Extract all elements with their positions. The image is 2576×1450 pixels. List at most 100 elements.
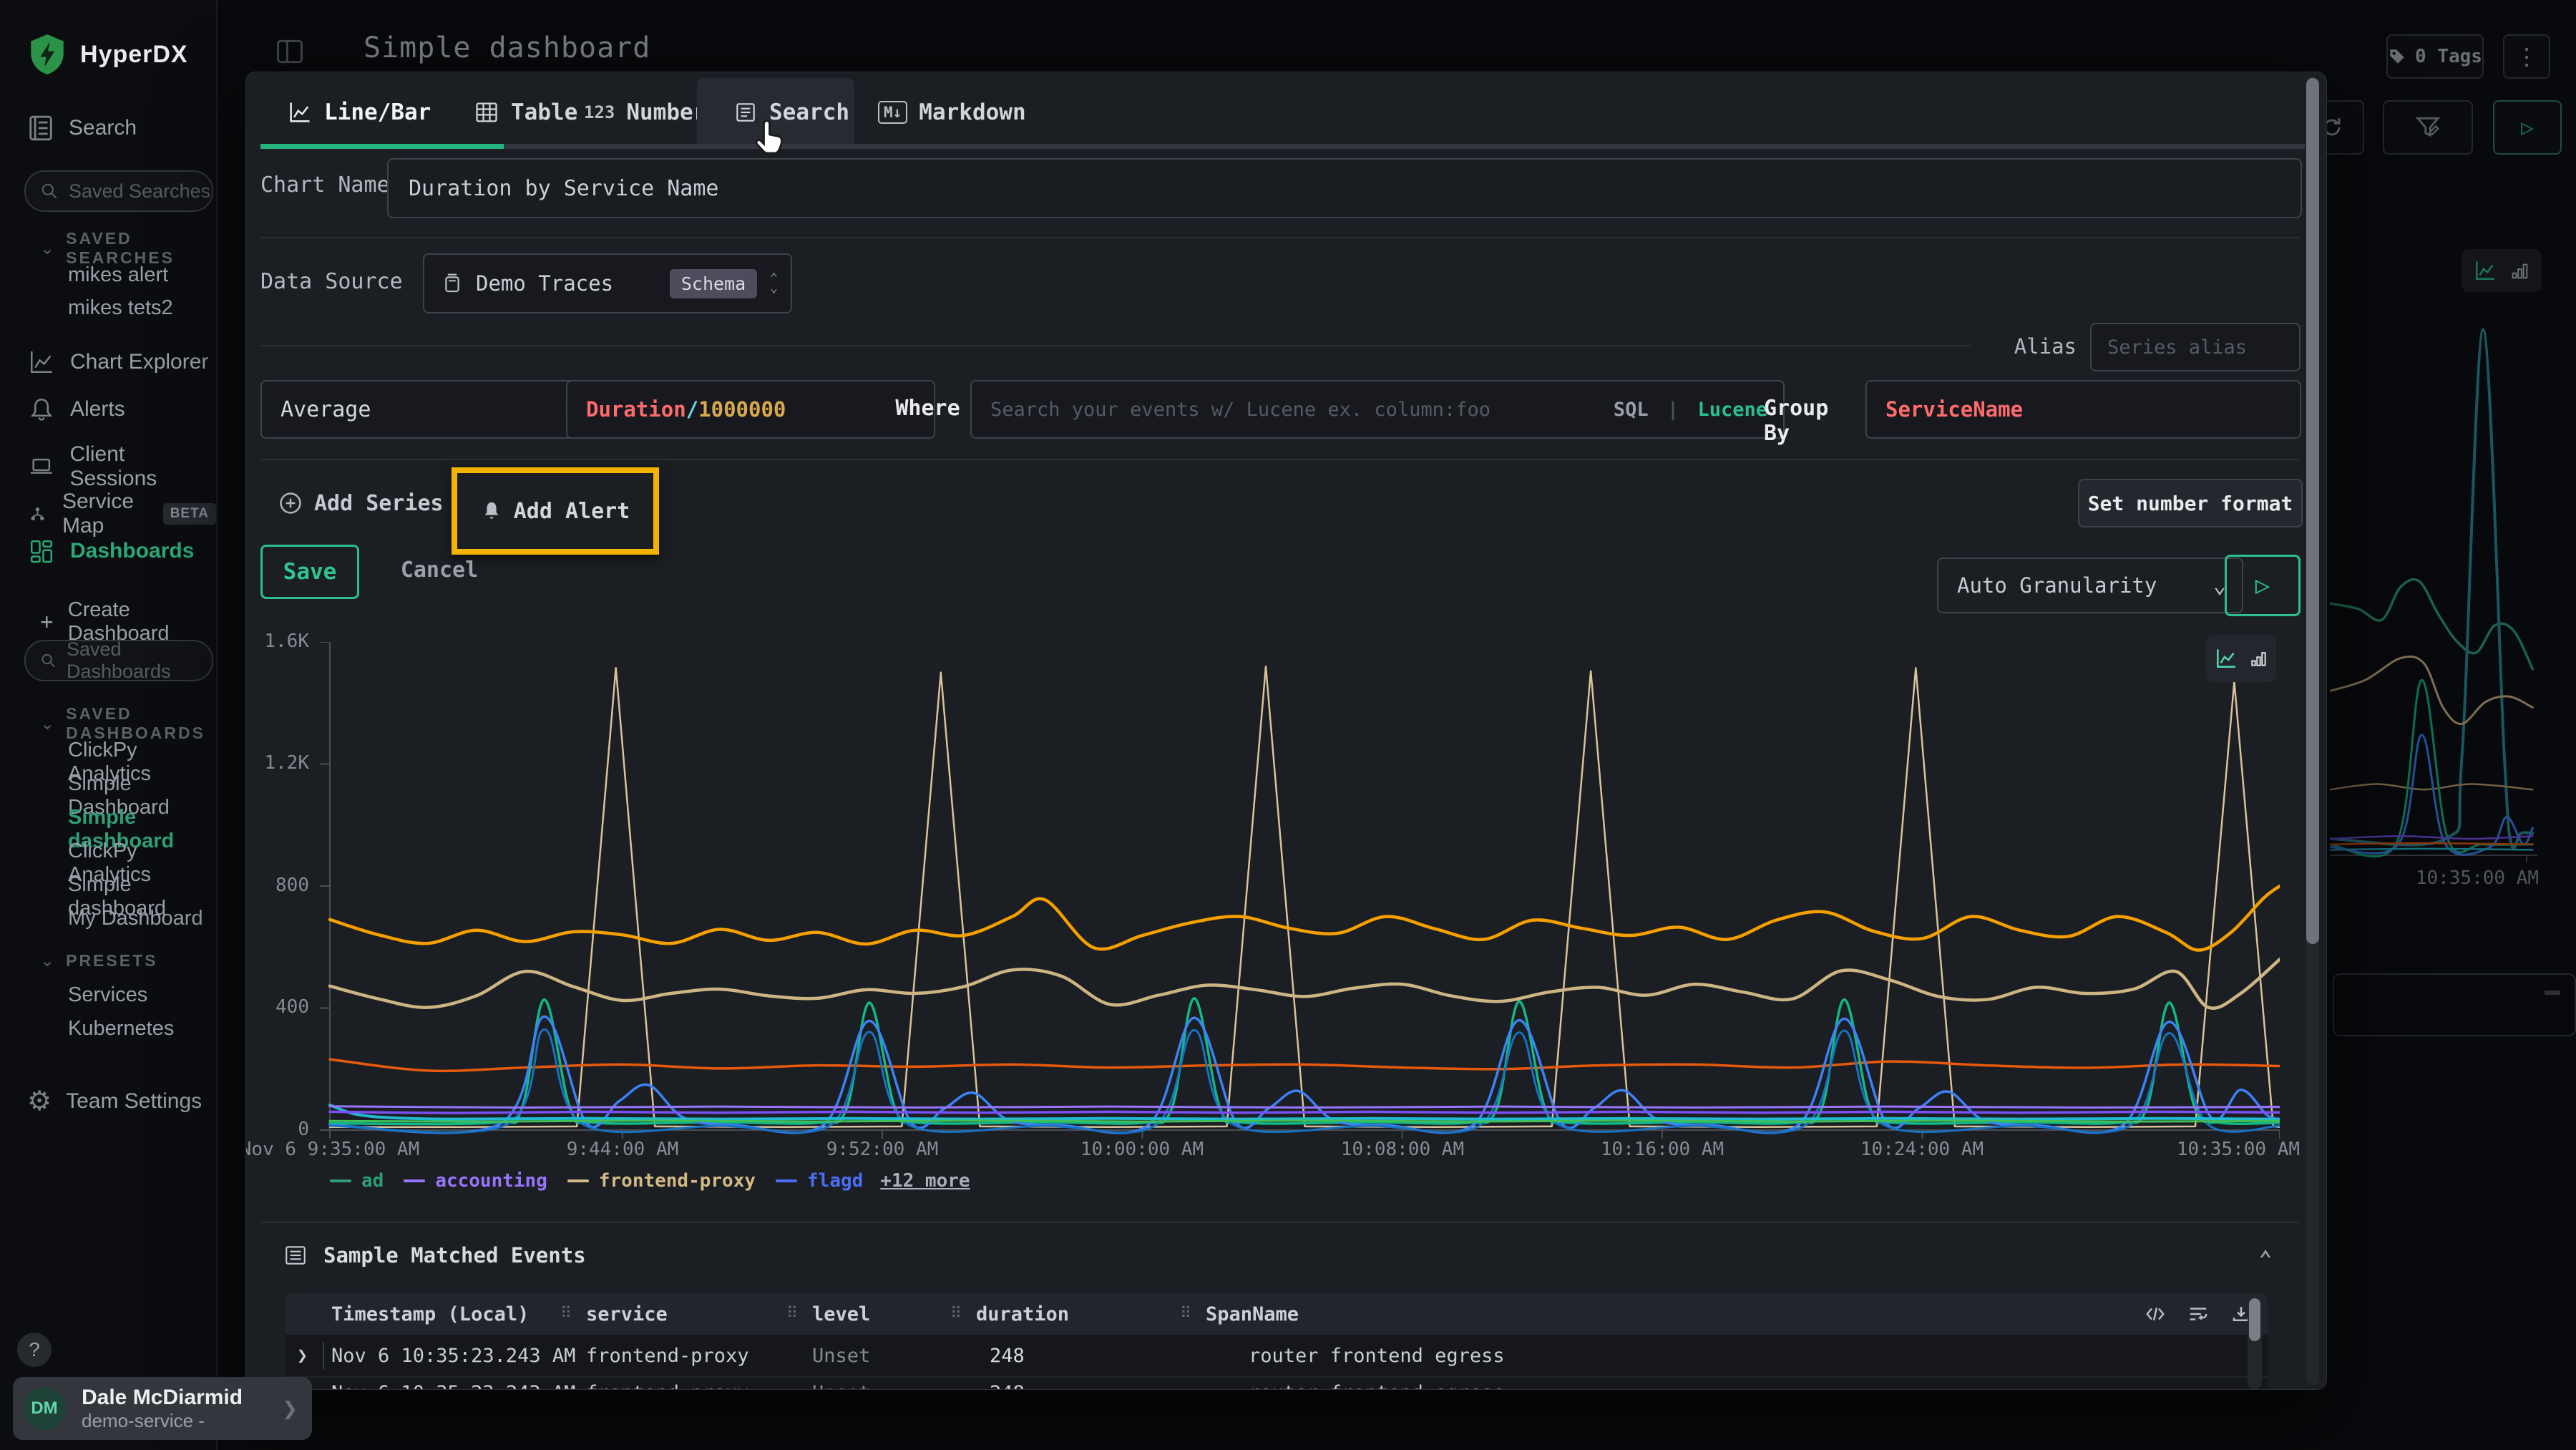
x-tick: 10:16:00 AM: [1533, 1139, 1791, 1160]
chevron-down-icon: ⌄: [40, 714, 54, 734]
group-by-input[interactable]: ServiceName: [1865, 380, 2301, 439]
saved-search-item[interactable]: mikes tets2: [68, 296, 173, 320]
legend-item[interactable]: accounting: [435, 1170, 547, 1192]
sidebar-item-chart-explorer[interactable]: Chart Explorer: [27, 348, 208, 376]
sidebar-item-search-label: Search: [69, 116, 137, 140]
tab-number[interactable]: 123 Number: [584, 87, 706, 138]
where-placeholder: Search your events w/ Lucene ex. column:…: [990, 399, 1614, 421]
set-number-format-button[interactable]: Set number format: [2078, 479, 2303, 527]
saved-search-item[interactable]: mikes alert: [68, 263, 168, 287]
search-icon: [40, 651, 57, 670]
granularity-select[interactable]: Auto Granularity ⌄: [1937, 558, 2243, 613]
save-button[interactable]: Save: [260, 545, 359, 599]
legend-more[interactable]: +12 more: [880, 1170, 970, 1192]
lucene-option[interactable]: Lucene: [1697, 399, 1767, 421]
alias-input[interactable]: Series alias: [2090, 323, 2301, 371]
legend-item[interactable]: flagd: [807, 1170, 863, 1192]
presets-header[interactable]: ⌄ PRESETS: [40, 950, 157, 971]
saved-searches-header[interactable]: ⌄ SAVED SEARCHES: [40, 229, 216, 268]
sql-toggle[interactable]: SQL | Lucene: [1614, 399, 1767, 421]
legend-item[interactable]: frontend-proxy: [599, 1170, 756, 1192]
data-source-value: Demo Traces: [476, 271, 657, 296]
drag-handle-icon[interactable]: ⠿: [950, 1305, 962, 1323]
alias-label: Alias: [1979, 334, 2077, 359]
sidebar-item-service-map[interactable]: Service Map BETA: [27, 490, 216, 538]
modal-scrollbar-thumb[interactable]: [2306, 78, 2319, 944]
expr-op: /: [686, 397, 698, 422]
row-expand-icon[interactable]: ❯: [297, 1345, 308, 1366]
play-icon: ▷: [2255, 571, 2270, 600]
sample-events-title: Sample Matched Events: [323, 1243, 586, 1267]
code-icon[interactable]: [2145, 1303, 2166, 1325]
divider: [260, 1222, 2299, 1223]
aggregation-select[interactable]: Average ⌃⌄: [260, 380, 588, 439]
sql-option[interactable]: SQL: [1614, 399, 1649, 421]
sidebar-item-dashboards[interactable]: Dashboards: [27, 537, 194, 565]
chart-name-input[interactable]: Duration by Service Name: [387, 158, 2302, 218]
col-timestamp[interactable]: Timestamp (Local): [331, 1303, 529, 1325]
saved-dashboards-placeholder: Saved Dashboards: [67, 638, 212, 683]
help-button[interactable]: ?: [17, 1333, 52, 1367]
chart-type-toggle[interactable]: [2206, 635, 2276, 682]
user-org: demo-service -: [82, 1410, 282, 1431]
data-source-select[interactable]: Demo Traces Schema ⌃⌄: [423, 253, 792, 313]
expression-input[interactable]: Duration/1000000: [566, 380, 935, 439]
user-card[interactable]: DM Dale McDiarmid demo-service - ❯: [13, 1377, 312, 1440]
where-label: Where: [894, 396, 962, 421]
saved-searches-input[interactable]: Saved Searches: [24, 170, 213, 212]
col-service[interactable]: service: [586, 1303, 668, 1325]
preset-item[interactable]: Kubernetes: [68, 1017, 174, 1041]
chevron-down-icon: ⌄: [40, 950, 54, 971]
group-by-value: ServiceName: [1885, 397, 2023, 422]
sidebar-item-alerts[interactable]: Alerts: [27, 395, 125, 424]
search-log-icon: [27, 113, 54, 143]
bar-chart-icon: [2248, 648, 2268, 668]
table-header-row: Timestamp (Local) ⠿ service ⠿ level ⠿ du…: [286, 1293, 2268, 1335]
sidebar-item-search[interactable]: Search: [27, 113, 137, 143]
add-series-button[interactable]: Add Series: [278, 477, 444, 530]
col-spanname[interactable]: SpanName: [1206, 1303, 1299, 1325]
collapse-section-button[interactable]: ⌃: [2250, 1243, 2281, 1275]
drag-handle-icon[interactable]: ⠿: [786, 1305, 798, 1323]
sidebar-item-client-sessions[interactable]: Client Sessions: [27, 442, 216, 491]
sidebar: HyperDX Search Saved Searches ⌄ SAVED SE…: [0, 0, 218, 1450]
y-tick-800: 800: [252, 875, 309, 896]
cell-duration: 248: [990, 1382, 1025, 1389]
sidebar-item-team-settings[interactable]: ⚙ Team Settings: [27, 1085, 202, 1117]
main-chart[interactable]: [314, 642, 2280, 1146]
drag-handle-icon[interactable]: ⠿: [560, 1305, 572, 1323]
bell-icon: [27, 395, 56, 424]
col-duration[interactable]: duration: [976, 1303, 1069, 1325]
sample-events-header: Sample Matched Events: [283, 1243, 586, 1267]
chart-explorer-icon: [27, 348, 56, 376]
saved-dashboard-item[interactable]: My Dashboard: [68, 907, 203, 930]
tab-table[interactable]: Table: [474, 87, 577, 138]
brand-name: HyperDX: [80, 41, 188, 69]
x-tick: 9:44:00 AM: [494, 1139, 751, 1160]
saved-searches-placeholder: Saved Searches: [69, 180, 210, 203]
schema-badge: Schema: [670, 269, 757, 298]
table-row[interactable]: ❯ Nov 6 10:35:23.243 AM frontend-proxy U…: [286, 1335, 2268, 1376]
search-icon: [40, 182, 59, 200]
drag-handle-icon[interactable]: ⠿: [1180, 1305, 1191, 1323]
cancel-button[interactable]: Cancel: [389, 545, 489, 595]
col-level[interactable]: level: [812, 1303, 870, 1325]
data-source-label: Data Source: [260, 269, 403, 294]
add-alert-button[interactable]: Add Alert: [481, 499, 630, 524]
tab-line-bar[interactable]: Line/Bar: [287, 87, 431, 138]
y-tick-1200: 1.2K: [252, 752, 309, 774]
wrap-lines-icon[interactable]: [2187, 1303, 2209, 1325]
tab-markdown[interactable]: M↓ Markdown: [878, 87, 1026, 138]
where-input[interactable]: Search your events w/ Lucene ex. column:…: [970, 380, 1785, 439]
legend-item[interactable]: ad: [361, 1170, 384, 1192]
saved-dashboards-input[interactable]: Saved Dashboards: [24, 640, 213, 681]
table-scrollbar-thumb[interactable]: [2249, 1298, 2260, 1341]
brand[interactable]: HyperDX: [27, 33, 188, 76]
divider: [260, 459, 2299, 460]
preset-item[interactable]: Services: [68, 983, 147, 1007]
run-chart-button[interactable]: ▷: [2225, 555, 2301, 616]
saved-dashboards-header[interactable]: ⌄ SAVED DASHBOARDS: [40, 704, 216, 743]
x-tick: Nov 6 9:35:00 AM: [245, 1139, 459, 1160]
table-row-clipped[interactable]: ❯ Nov 6 10:35:23.243 AM frontend-proxy U…: [286, 1376, 2268, 1389]
tab-underline-active: [260, 144, 504, 149]
